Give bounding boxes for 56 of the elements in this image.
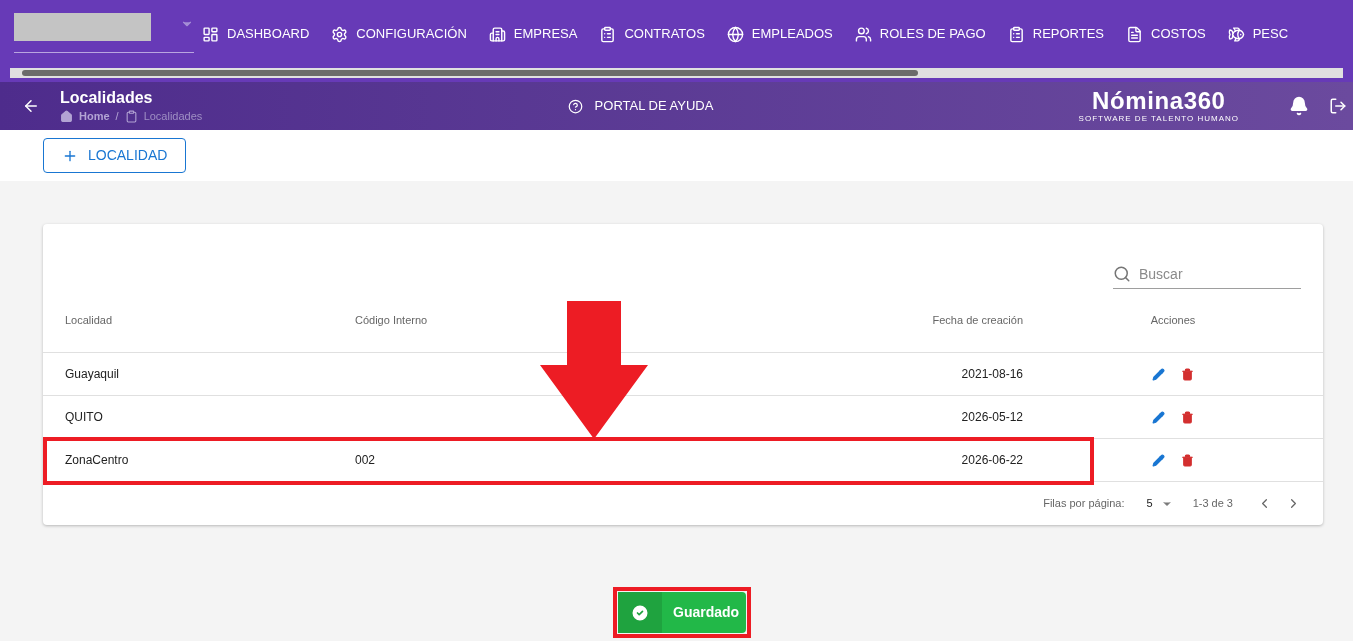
table-cell-text: 2026-05-12	[960, 409, 1023, 426]
page-title: Localidades	[60, 87, 154, 108]
nav-link[interactable]: PESC	[1227, 24, 1289, 44]
fish-icon	[1227, 25, 1245, 43]
edit-icon[interactable]	[1152, 410, 1165, 424]
table-cell-text: 002	[354, 452, 377, 469]
nav-link[interactable]: DASHBOARD	[202, 24, 310, 44]
table-cell-text: ZonaCentro	[64, 452, 130, 469]
breadcrumb-current: Localidades	[143, 108, 203, 124]
dashboard-icon	[202, 25, 219, 43]
delete-icon[interactable]	[1181, 367, 1194, 381]
page-range: 1-3 de 3	[1192, 496, 1233, 512]
help-portal-link[interactable]: PORTAL DE AYUDA	[567, 96, 714, 116]
building-icon	[488, 25, 506, 43]
notifications-icon[interactable]	[1289, 96, 1309, 116]
clipboard-icon	[124, 109, 138, 123]
table-cell-text: 2021-08-16	[960, 366, 1023, 383]
logout-icon[interactable]	[1329, 97, 1347, 115]
edit-icon[interactable]	[1152, 453, 1165, 467]
nav-link[interactable]: ROLES DE PAGO	[854, 24, 986, 44]
help-icon	[567, 98, 583, 114]
breadcrumb-link[interactable]: Home	[79, 107, 110, 125]
scrollbar-thumb[interactable]	[22, 70, 918, 76]
nav-link[interactable]: REPORTES	[1007, 24, 1105, 44]
nav-link[interactable]: EMPLEADOS	[726, 24, 833, 44]
column-header: Acciones	[1149, 313, 1197, 329]
nav-link[interactable]: COSTOS	[1126, 24, 1206, 44]
settings-icon	[331, 25, 349, 43]
edit-icon[interactable]	[1152, 367, 1165, 381]
nav-link[interactable]: EMPRESA	[488, 24, 578, 44]
rows-per-page-select[interactable]: 5	[1146, 495, 1173, 512]
clipboard-icon	[1007, 25, 1025, 43]
nav-link[interactable]: CONTRATOS	[599, 24, 705, 44]
table-cell-text: QUITO	[64, 409, 104, 426]
search-icon	[1113, 265, 1131, 283]
column-header: Fecha de creación	[931, 313, 1023, 329]
breadcrumb-separator: /	[115, 108, 119, 124]
column-header: Código Interno	[354, 313, 429, 329]
toast-message: Guardado	[673, 603, 740, 622]
globe-icon	[726, 25, 744, 43]
table-cell-text: Guayaquil	[64, 366, 121, 383]
delete-icon[interactable]	[1181, 410, 1194, 424]
home-icon	[60, 109, 73, 123]
check-circle-icon	[630, 602, 650, 623]
search-field[interactable]: Buscar	[1113, 260, 1301, 289]
table-cell-text: 2026-06-22	[960, 452, 1023, 469]
delete-icon[interactable]	[1181, 453, 1194, 467]
app-logo: Nómina360 SOFTWARE DE TALENTO HUMANO	[1078, 89, 1239, 123]
column-header: Localidad	[64, 313, 114, 329]
company-select[interactable]	[14, 15, 194, 53]
users-icon	[854, 25, 872, 43]
add-location-button[interactable]: LOCALIDAD	[43, 138, 187, 173]
clipboard-icon	[599, 25, 617, 43]
document-icon	[1126, 25, 1144, 43]
nav-link[interactable]: CONFIGURACIÓN	[331, 24, 467, 44]
rows-per-page-label: Filas por página:	[1043, 496, 1125, 512]
